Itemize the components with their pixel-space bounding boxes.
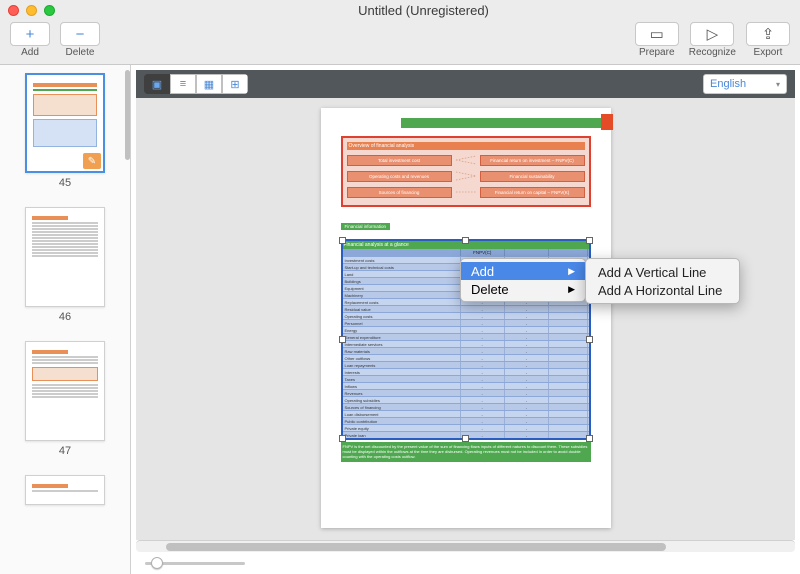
document-canvas[interactable]: Overview of financial analysis Total inv…	[136, 98, 795, 540]
edit-badge-icon: ✎	[83, 153, 101, 169]
resize-handle-se[interactable]	[586, 435, 593, 442]
table-row: Residual value--	[343, 305, 589, 312]
thumbnail-page-next[interactable]	[25, 475, 105, 505]
sidebar-scrollbar[interactable]	[125, 70, 130, 160]
table-row: Operating costs--	[343, 312, 589, 319]
resize-handle-e[interactable]	[586, 336, 593, 343]
toolbar: + Add − Delete ▭ Prepare ▷ Recognize ⇪ E…	[0, 20, 800, 65]
resize-handle-n[interactable]	[462, 237, 469, 244]
table-row: Inflows--	[343, 382, 589, 389]
chevron-down-icon: ▾	[776, 80, 780, 89]
resize-handle-nw[interactable]	[339, 237, 346, 244]
recognize-button[interactable]: ▷ Recognize	[689, 22, 736, 58]
window-controls	[8, 5, 55, 16]
table-row: Revenues--	[343, 389, 589, 396]
prepare-button[interactable]: ▭ Prepare	[635, 22, 679, 58]
context-menu[interactable]: Add ▶ Delete ▶	[460, 258, 586, 302]
table-row: Interests--	[343, 368, 589, 375]
resize-handle-sw[interactable]	[339, 435, 346, 442]
table-row: Public contribution--	[343, 417, 589, 424]
minimize-window-button[interactable]	[26, 5, 37, 16]
zoom-slider[interactable]	[131, 552, 800, 574]
document-icon: ▭	[650, 25, 664, 43]
titlebar: Untitled (Unregistered)	[0, 0, 800, 20]
diagram-region[interactable]: Overview of financial analysis Total inv…	[341, 136, 591, 207]
page-number: 47	[12, 445, 118, 457]
header-bar	[401, 118, 601, 128]
view-mode-strip: ▣ ≡ ▦ ⊞ English ▾	[136, 70, 795, 98]
submenu-arrow-icon: ▶	[568, 266, 575, 277]
table-row: Loan disbursement--	[343, 410, 589, 417]
window-title: Untitled (Unregistered)	[55, 3, 792, 18]
table-row: Loan repayments--	[343, 361, 589, 368]
image-icon: ▦	[204, 78, 214, 91]
page-45-content: Overview of financial analysis Total inv…	[321, 108, 611, 528]
thumbnail-page-46[interactable]	[25, 207, 105, 307]
mode-text-button[interactable]: ≡	[170, 74, 196, 94]
submenu-arrow-icon: ▶	[568, 284, 575, 295]
footer-text-region: FNPV is the net discounted by the presen…	[341, 442, 591, 462]
horizontal-scrollbar[interactable]	[136, 540, 795, 552]
mode-image-button[interactable]: ▦	[196, 74, 222, 94]
table-row: Taxes--	[343, 375, 589, 382]
resize-handle-ne[interactable]	[586, 237, 593, 244]
context-submenu[interactable]: Add A Vertical Line Add A Horizontal Lin…	[585, 258, 740, 304]
table-row: Sources of financing--	[343, 403, 589, 410]
table-row: Other outflows--	[343, 354, 589, 361]
thumbnail-page-45[interactable]: ✎	[25, 73, 105, 173]
thumbnail-page-47[interactable]	[25, 341, 105, 441]
delete-button[interactable]: − Delete	[60, 22, 100, 58]
table-row: Intermediate services--	[343, 340, 589, 347]
table-row: Energy--	[343, 326, 589, 333]
table-row: General expenditure--	[343, 333, 589, 340]
context-menu-delete[interactable]: Delete ▶	[461, 280, 585, 298]
close-window-button[interactable]	[8, 5, 19, 16]
page-number: 46	[12, 311, 118, 323]
table-row: Raw materials--	[343, 347, 589, 354]
text-icon: ≡	[180, 78, 186, 90]
resize-handle-s[interactable]	[462, 435, 469, 442]
mode-select-button[interactable]: ▣	[144, 74, 170, 94]
green-tag: Financial information	[341, 223, 391, 230]
arrow-icon	[456, 169, 476, 183]
zoom-knob[interactable]	[151, 557, 163, 569]
context-menu-add[interactable]: Add ▶	[461, 262, 585, 280]
submenu-add-vertical[interactable]: Add A Vertical Line	[586, 263, 739, 281]
cursor-icon: ▣	[152, 78, 162, 91]
submenu-add-horizontal[interactable]: Add A Horizontal Line	[586, 281, 739, 299]
mode-table-button[interactable]: ⊞	[222, 74, 248, 94]
table-row: Operating subsidies--	[343, 396, 589, 403]
thumbnail-sidebar[interactable]: ✎ 45 46 47	[0, 65, 130, 574]
arrow-icon	[456, 185, 476, 199]
minus-icon: −	[76, 26, 85, 43]
export-button[interactable]: ⇪ Export	[746, 22, 790, 58]
table-icon: ⊞	[230, 78, 239, 91]
add-button[interactable]: + Add	[10, 22, 50, 58]
page-number: 45	[12, 177, 118, 189]
arrow-icon	[456, 153, 476, 167]
zoom-window-button[interactable]	[44, 5, 55, 16]
plus-icon: +	[26, 26, 35, 43]
table-row: Private equity--	[343, 424, 589, 431]
triangle-icon: ▷	[707, 25, 719, 43]
resize-handle-w[interactable]	[339, 336, 346, 343]
export-icon: ⇪	[762, 25, 775, 43]
table-row: Personnel--	[343, 319, 589, 326]
language-select[interactable]: English ▾	[703, 74, 787, 94]
